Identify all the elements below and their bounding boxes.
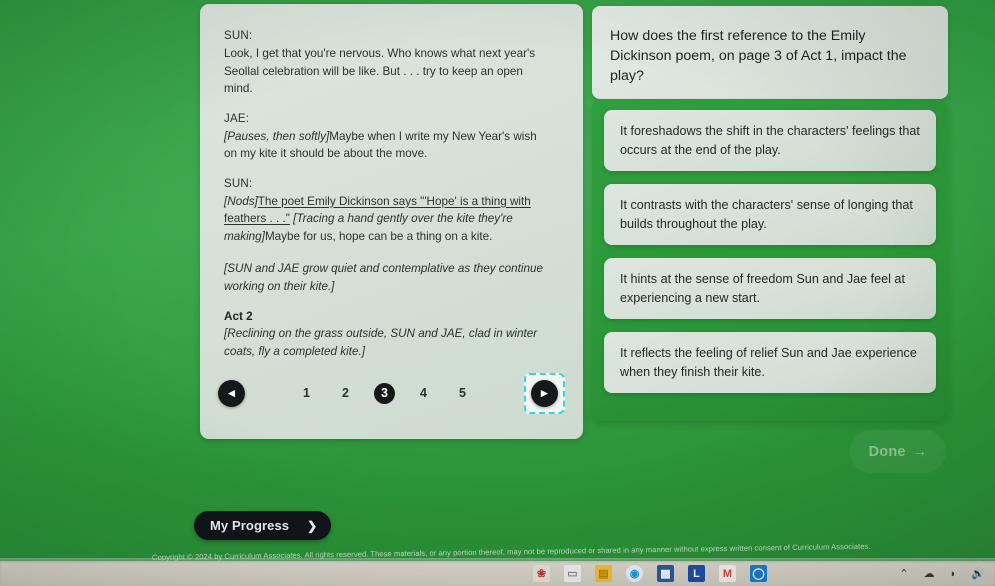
act-heading: Act 2 (224, 310, 253, 323)
page-number-2[interactable]: 2 (335, 383, 356, 404)
passage-block-jae: JAE: [Pauses, then softly]Maybe when I w… (224, 113, 559, 163)
page-number-1[interactable]: 1 (296, 383, 317, 404)
window-icon[interactable]: ▭ (564, 565, 581, 582)
passage-panel: SUN: Look, I get that you're nervous. Wh… (200, 4, 583, 439)
speaker-label: SUN: (224, 30, 253, 42)
passage-line: Seollal celebration will be like. But . … (224, 64, 523, 78)
answer-choice-text: It reflects the feeling of relief Sun an… (620, 346, 917, 379)
speaker-label: SUN: (224, 177, 253, 190)
answer-choice-4[interactable]: It reflects the feeling of relief Sun an… (604, 332, 936, 393)
taskbar-app-icons: ❀ ▭ ▤ ◉ ▩ L M ◯ (533, 565, 767, 582)
passage-block-sun-2: SUN: [Nods]The poet Emily Dickinson says… (224, 178, 559, 246)
pagination-bar: ◄ 1 2 3 4 5 ► (200, 371, 583, 415)
passage-block-sun-1: SUN: Look, I get that you're nervous. Wh… (224, 30, 559, 98)
passage-line: on my kite it should be about the move. (224, 147, 428, 160)
passage-line: Look, I get that you're nervous. Who kno… (224, 47, 536, 60)
passage-line: Maybe for us, hope can be a thing on a k… (264, 229, 493, 243)
lastpass-icon[interactable]: L (688, 565, 705, 582)
passage-line: mind. (224, 82, 253, 95)
answer-choice-text: It foreshadows the shift in the characte… (620, 124, 920, 157)
answer-choice-text: It hints at the sense of freedom Sun and… (620, 272, 905, 305)
stage-direction: [Pauses, then softly] (224, 129, 330, 143)
answer-choice-3[interactable]: It hints at the sense of freedom Sun and… (604, 258, 936, 319)
windows-taskbar: ❀ ▭ ▤ ◉ ▩ L M ◯ ⌃ ☁ ◗ 🔊 (0, 561, 995, 586)
stage-direction: [Nods] (224, 194, 258, 208)
page-number-4[interactable]: 4 (413, 383, 434, 404)
photos-icon[interactable]: ❀ (533, 565, 550, 582)
monitor-bezel-edge (0, 558, 995, 561)
onedrive-icon[interactable]: ☁ (924, 567, 935, 580)
store-icon[interactable]: ▩ (657, 565, 674, 582)
passage-line: Maybe when I write my New Year's wish (329, 129, 537, 143)
cortana-icon[interactable]: ◯ (750, 565, 767, 582)
page-number-list: 1 2 3 4 5 (245, 382, 524, 404)
stage-direction: [Reclining on the grass outside, SUN and… (224, 327, 538, 358)
wifi-icon[interactable]: ◗ (950, 568, 957, 580)
page-number-3-current[interactable]: 3 (374, 382, 395, 404)
edge-browser-icon[interactable]: ◉ (626, 565, 643, 582)
done-button[interactable]: Done → (850, 430, 946, 473)
question-prompt: How does the first reference to the Emil… (610, 28, 907, 84)
page-number-5[interactable]: 5 (452, 383, 473, 404)
passage-block-closing-stage: [SUN and JAE grow quiet and contemplativ… (224, 260, 559, 295)
my-progress-button[interactable]: My Progress ❯ (194, 511, 332, 540)
done-button-label: Done (868, 443, 906, 460)
arrow-right-icon: → (912, 443, 928, 460)
my-progress-label: My Progress (210, 518, 290, 533)
answer-choice-2[interactable]: It contrasts with the characters' sense … (604, 184, 936, 245)
volume-icon[interactable]: 🔊 (971, 567, 985, 580)
next-page-button[interactable]: ► (531, 379, 558, 407)
gmail-icon[interactable]: M (719, 565, 736, 582)
file-explorer-icon[interactable]: ▤ (595, 565, 612, 582)
passage-block-act2: Act 2 [Reclining on the grass outside, S… (224, 310, 559, 360)
question-header-card: How does the first reference to the Emil… (592, 6, 948, 99)
next-page-focus-ring: ► (524, 372, 565, 414)
system-tray: ⌃ ☁ ◗ 🔊 (899, 567, 985, 581)
stage-direction: [SUN and JAE grow quiet and contemplativ… (224, 262, 543, 293)
answer-choice-text: It contrasts with the characters' sense … (620, 198, 913, 231)
answer-choices-container: It foreshadows the shift in the characte… (592, 100, 948, 421)
previous-page-button[interactable]: ◄ (218, 379, 245, 407)
answer-choice-1[interactable]: It foreshadows the shift in the characte… (604, 110, 936, 171)
speaker-label: JAE: (224, 112, 250, 125)
chevron-right-icon: ❯ (307, 518, 318, 533)
show-hidden-icons-chevron-icon[interactable]: ⌃ (899, 567, 908, 580)
